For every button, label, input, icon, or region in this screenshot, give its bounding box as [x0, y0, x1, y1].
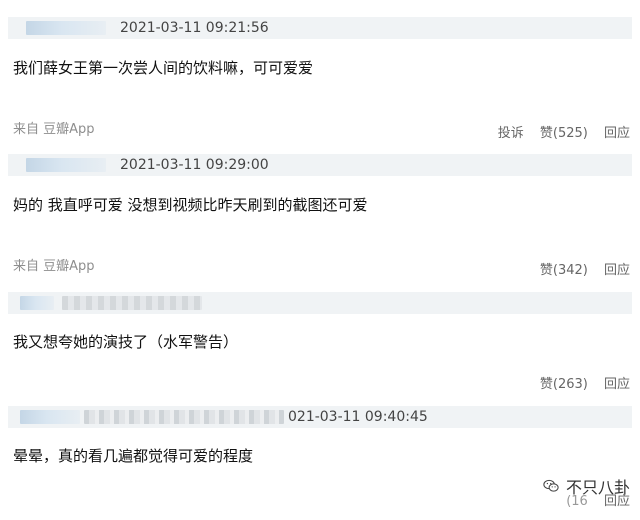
- comment-header: 2021-03-11 09:29:00: [8, 154, 632, 176]
- like-button[interactable]: 赞: [540, 126, 553, 141]
- like-button[interactable]: 赞: [540, 263, 553, 278]
- username-blurred[interactable]: [26, 158, 106, 172]
- wechat-icon: [543, 479, 559, 492]
- comment-timestamp: 2021-03-11 09:21:56: [120, 20, 269, 36]
- username-blurred[interactable]: [84, 410, 284, 424]
- reply-button[interactable]: 回应: [604, 377, 630, 392]
- comment-actions: 赞(342) 回应: [528, 263, 630, 279]
- like-button[interactable]: 赞: [540, 377, 553, 392]
- comment-source: 来自 豆瓣App: [13, 122, 95, 137]
- avatar-blurred[interactable]: [20, 410, 80, 424]
- reply-button[interactable]: 回应: [604, 263, 630, 278]
- like-count: (342): [552, 263, 588, 278]
- comment-header: 2021-03-11 09:21:56: [8, 17, 632, 39]
- comment-text: 我们薛女王第一次尝人间的饮料嘛，可可爱爱: [13, 59, 314, 77]
- comment-header: 021-03-11 09:40:45: [8, 406, 632, 428]
- comment-text: 晕晕，真的看几遍都觉得可爱的程度: [13, 447, 254, 465]
- comment-timestamp: 021-03-11 09:40:45: [288, 409, 428, 425]
- username-blurred[interactable]: [26, 21, 106, 35]
- report-button[interactable]: 投诉: [498, 126, 524, 141]
- like-count: (525): [552, 126, 588, 141]
- like-count: (263): [552, 377, 588, 392]
- comment-text: 妈的 我直呼可爱 没想到视频比昨天刷到的截图还可爱: [13, 196, 368, 214]
- avatar-blurred[interactable]: [20, 296, 54, 310]
- comment-actions: 赞(263) 回应: [528, 377, 630, 393]
- reply-button[interactable]: 回应: [604, 126, 630, 141]
- username-blurred[interactable]: [62, 296, 202, 310]
- watermark: 不只八卦: [542, 474, 630, 498]
- comment-source: 来自 豆瓣App: [13, 259, 95, 274]
- comment-header: [8, 292, 632, 314]
- comment-timestamp: 2021-03-11 09:29:00: [120, 157, 269, 173]
- comment-actions: 投诉 赞(525) 回应: [486, 126, 630, 142]
- watermark-text: 不只八卦: [565, 478, 630, 497]
- comment-text: 我又想夸她的演技了（水军警告）: [13, 333, 239, 351]
